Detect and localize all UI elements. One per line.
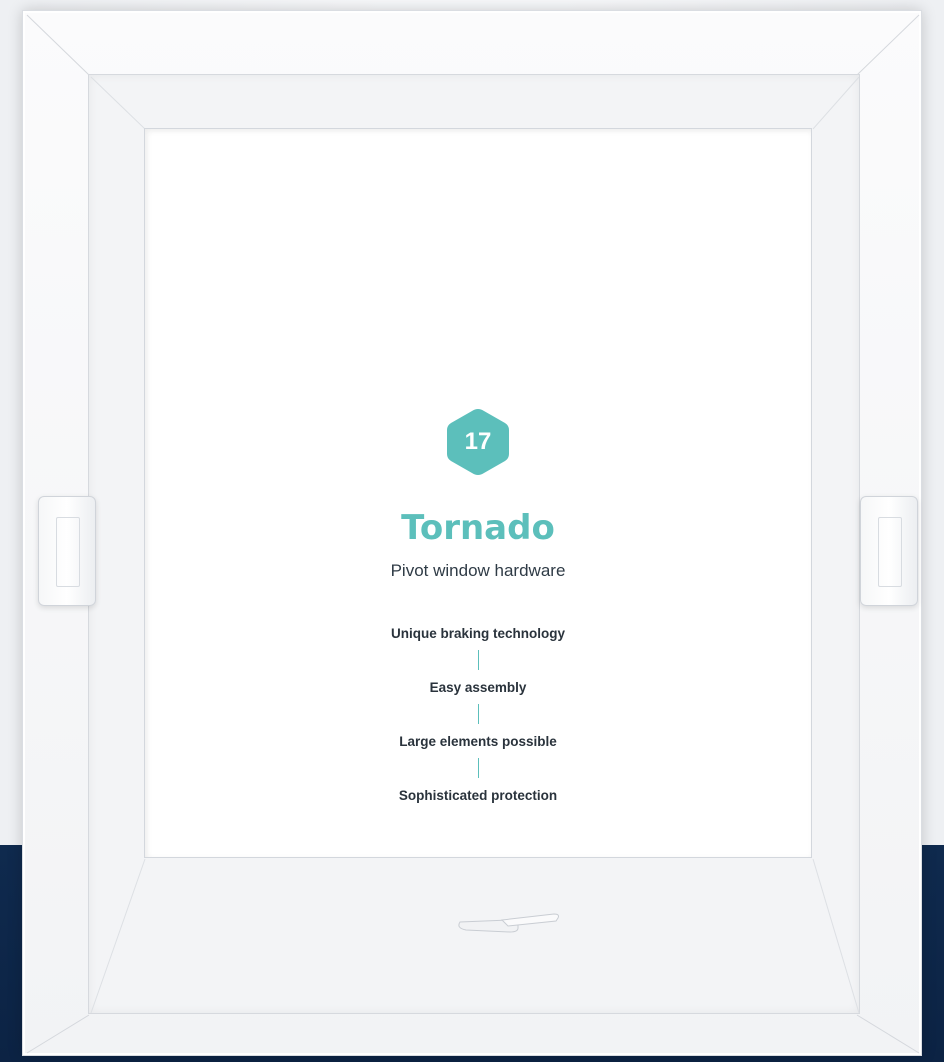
feature-separator — [477, 704, 479, 724]
feature-item: Large elements possible — [399, 734, 557, 749]
pivot-hinge-right — [860, 496, 918, 606]
feature-separator — [477, 650, 479, 670]
product-subtitle: Pivot window hardware — [390, 561, 566, 580]
feature-item: Easy assembly — [429, 680, 527, 695]
product-card: 17 Tornado Pivot window hardware Unique … — [144, 128, 812, 858]
window-handle[interactable] — [452, 906, 562, 936]
feature-item: Sophisticated protection — [398, 788, 558, 803]
badge-number: 17 — [464, 428, 492, 455]
feature-separator — [477, 758, 479, 778]
feature-item: Unique braking technology — [390, 626, 565, 641]
pivot-hinge-left — [38, 496, 96, 606]
product-number-badge: 17 — [442, 406, 514, 478]
product-title: Tornado — [401, 508, 555, 548]
feature-list: Unique braking technology Easy assembly … — [144, 624, 812, 806]
